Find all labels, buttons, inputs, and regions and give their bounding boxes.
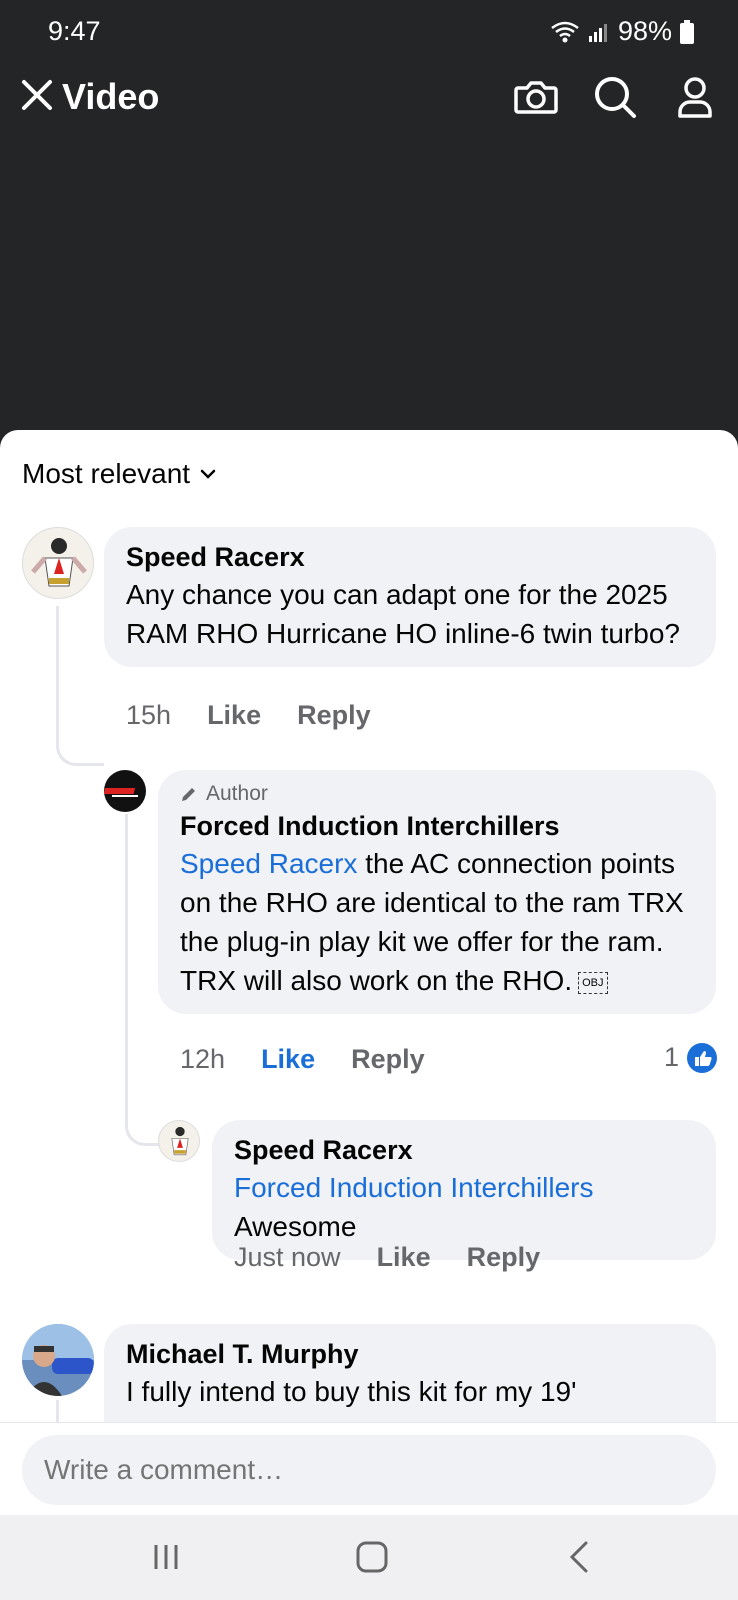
avatar[interactable] [22, 1324, 94, 1396]
reaction-number: 1 [664, 1042, 680, 1072]
status-icons: 98% [550, 16, 694, 47]
comment-time: 12h [180, 1044, 226, 1074]
thumbs-up-icon [687, 1042, 718, 1073]
mention-link[interactable]: Forced Induction Interchillers [234, 1168, 694, 1207]
system-nav-bar [0, 1515, 738, 1600]
reaction-count[interactable]: 1 [664, 1042, 718, 1073]
battery-percent: 98% [617, 16, 672, 46]
comment-actions: Just now Like Reply [234, 1242, 540, 1273]
comment-composer [0, 1422, 738, 1515]
profile-icon[interactable] [672, 74, 718, 120]
thread-line [125, 814, 161, 1146]
author-badge: Author [180, 780, 694, 808]
comment-author[interactable]: Forced Induction Interchillers [180, 808, 694, 844]
sort-dropdown[interactable]: Most relevant [22, 458, 216, 490]
comment-author[interactable]: Speed Racerx [126, 539, 694, 575]
comment-input[interactable] [22, 1435, 716, 1505]
comment-time: 15h [126, 700, 172, 730]
battery-icon [680, 19, 694, 44]
like-button[interactable]: Like [207, 700, 261, 731]
chevron-down-icon [200, 469, 216, 479]
video-header: Video [0, 62, 738, 134]
like-button[interactable]: Like [377, 1242, 431, 1273]
object-placeholder: OBJ [578, 971, 608, 994]
comment-bubble: Speed Racerx Any chance you can adapt on… [104, 527, 716, 667]
comment-bubble: Author Forced Induction Interchillers Sp… [158, 770, 716, 1014]
comment-text: Awesome [234, 1211, 357, 1242]
racer-avatar-icon [171, 1126, 189, 1156]
comment-time: Just now [234, 1242, 341, 1272]
person-photo-icon [22, 1324, 94, 1396]
comment-text: I fully intend to buy this kit for my 19… [126, 1376, 577, 1407]
reply-button[interactable]: Reply [351, 1044, 425, 1075]
like-button[interactable]: Like [261, 1044, 315, 1075]
comment-actions: 12h Like Reply [180, 1044, 425, 1075]
author-label: Author [206, 782, 268, 805]
comment-actions: 15h Like Reply [126, 700, 371, 731]
home-icon[interactable] [352, 1537, 392, 1577]
comment-author[interactable]: Speed Racerx [234, 1132, 694, 1168]
comment-text: Speed Racerx the AC connection points on… [180, 844, 694, 1000]
comment-bubble: Speed Racerx Forced Induction Interchill… [212, 1120, 716, 1260]
pencil-icon [182, 788, 195, 801]
search-icon[interactable] [592, 74, 638, 120]
thread-line [56, 606, 104, 766]
avatar[interactable] [22, 527, 94, 599]
signal-icon [588, 23, 607, 42]
racer-avatar-icon [31, 538, 87, 587]
avatar[interactable] [158, 1120, 200, 1162]
close-icon[interactable] [18, 76, 56, 114]
back-icon[interactable] [560, 1537, 600, 1577]
status-time: 9:47 [48, 16, 101, 46]
reply-button[interactable]: Reply [467, 1242, 541, 1273]
avatar[interactable] [104, 770, 146, 812]
sort-label: Most relevant [22, 458, 191, 489]
page-title: Video [62, 76, 160, 117]
recent-apps-icon[interactable] [146, 1537, 186, 1577]
wifi-icon [551, 21, 579, 42]
brand-logo-icon [104, 788, 138, 797]
reply-button[interactable]: Reply [297, 700, 371, 731]
camera-icon[interactable] [513, 74, 559, 120]
mention-link[interactable]: Speed Racerx [180, 848, 357, 879]
comment-author[interactable]: Michael T. Murphy [126, 1336, 694, 1372]
comment-text: Any chance you can adapt one for the 202… [126, 579, 680, 649]
thread-line [56, 1400, 59, 1422]
status-bar: 9:47 98% [0, 0, 738, 62]
comments-sheet: Most relevant Speed Racerx Any chance yo… [0, 430, 738, 1515]
